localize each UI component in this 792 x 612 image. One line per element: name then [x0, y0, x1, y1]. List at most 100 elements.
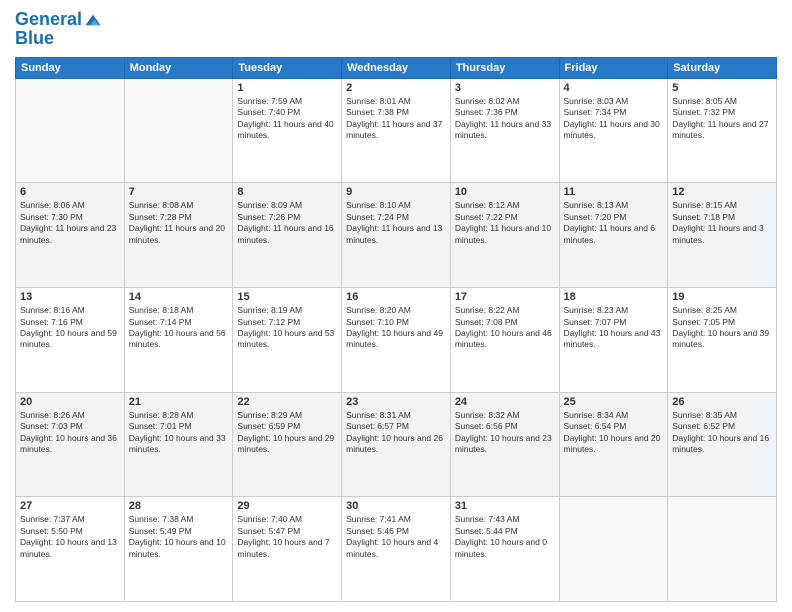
day-info: Sunrise: 8:19 AMSunset: 7:12 PMDaylight:… [237, 305, 337, 351]
day-info: Sunrise: 7:37 AMSunset: 5:50 PMDaylight:… [20, 514, 120, 560]
day-info: Sunrise: 8:25 AMSunset: 7:05 PMDaylight:… [672, 305, 772, 351]
calendar-header-row: SundayMondayTuesdayWednesdayThursdayFrid… [16, 57, 777, 78]
day-number: 5 [672, 82, 772, 94]
calendar-cell: 5 Sunrise: 8:05 AMSunset: 7:32 PMDaylight… [668, 78, 777, 183]
calendar-cell: 16Sunrise: 8:20 AMSunset: 7:10 PMDayligh… [342, 288, 451, 393]
col-header-wednesday: Wednesday [342, 57, 451, 78]
calendar-cell: 12 Sunrise: 8:15 AMSunset: 7:18 PMDayligh… [668, 183, 777, 288]
day-number: 26 [672, 396, 772, 408]
day-number: 18 [564, 291, 664, 303]
calendar-cell [16, 78, 125, 183]
calendar-cell: 2Sunrise: 8:01 AMSunset: 7:38 PMDaylight… [342, 78, 451, 183]
week-row-1: 1 Sunrise: 7:59 AMSunset: 7:40 PMDaylight… [16, 78, 777, 183]
week-row-3: 13 Sunrise: 8:16 AMSunset: 7:16 PMDayligh… [16, 288, 777, 393]
calendar-table: SundayMondayTuesdayWednesdayThursdayFrid… [15, 57, 777, 602]
week-row-4: 20 Sunrise: 8:26 AMSunset: 7:03 PMDayligh… [16, 392, 777, 497]
day-number: 27 [20, 500, 120, 512]
calendar-cell: 25 Sunrise: 8:34 AMSunset: 6:54 PMDayligh… [559, 392, 668, 497]
calendar-cell: 14Sunrise: 8:18 AMSunset: 7:14 PMDayligh… [124, 288, 233, 393]
day-number: 9 [346, 186, 446, 198]
day-info: Sunrise: 8:09 AMSunset: 7:26 PMDaylight:… [237, 200, 337, 246]
day-number: 8 [237, 186, 337, 198]
calendar-cell: 24 Sunrise: 8:32 AMSunset: 6:56 PMDayligh… [450, 392, 559, 497]
day-info: Sunrise: 8:05 AMSunset: 7:32 PMDaylight:… [672, 96, 772, 142]
calendar-cell: 17Sunrise: 8:22 AMSunset: 7:08 PMDayligh… [450, 288, 559, 393]
day-number: 10 [455, 186, 555, 198]
col-header-monday: Monday [124, 57, 233, 78]
day-number: 23 [346, 396, 446, 408]
calendar-cell: 9 Sunrise: 8:10 AMSunset: 7:24 PMDaylight… [342, 183, 451, 288]
week-row-2: 6Sunrise: 8:06 AMSunset: 7:30 PMDaylight… [16, 183, 777, 288]
day-info: Sunrise: 7:41 AMSunset: 5:46 PMDaylight:… [346, 514, 446, 560]
day-number: 4 [564, 82, 664, 94]
day-number: 19 [672, 291, 772, 303]
calendar-cell: 11 Sunrise: 8:13 AMSunset: 7:20 PMDayligh… [559, 183, 668, 288]
day-number: 29 [237, 500, 337, 512]
col-header-friday: Friday [559, 57, 668, 78]
day-number: 31 [455, 500, 555, 512]
col-header-tuesday: Tuesday [233, 57, 342, 78]
day-info: Sunrise: 8:13 AMSunset: 7:20 PMDaylight:… [564, 200, 664, 246]
day-info: Sunrise: 7:43 AMSunset: 5:44 PMDaylight:… [455, 514, 555, 560]
day-info: Sunrise: 8:31 AMSunset: 6:57 PMDaylight:… [346, 410, 446, 456]
day-info: Sunrise: 7:59 AMSunset: 7:40 PMDaylight:… [237, 96, 337, 142]
day-info: Sunrise: 8:28 AMSunset: 7:01 PMDaylight:… [129, 410, 229, 456]
day-number: 1 [237, 82, 337, 94]
day-number: 21 [129, 396, 229, 408]
calendar-cell: 23 Sunrise: 8:31 AMSunset: 6:57 PMDayligh… [342, 392, 451, 497]
calendar-cell: 13 Sunrise: 8:16 AMSunset: 7:16 PMDayligh… [16, 288, 125, 393]
calendar-body: 1 Sunrise: 7:59 AMSunset: 7:40 PMDaylight… [16, 78, 777, 601]
calendar-cell: 18 Sunrise: 8:23 AMSunset: 7:07 PMDayligh… [559, 288, 668, 393]
day-info: Sunrise: 8:23 AMSunset: 7:07 PMDaylight:… [564, 305, 664, 351]
day-number: 13 [20, 291, 120, 303]
day-number: 28 [129, 500, 229, 512]
calendar-cell [559, 497, 668, 602]
calendar-cell: 29Sunrise: 7:40 AMSunset: 5:47 PMDayligh… [233, 497, 342, 602]
day-info: Sunrise: 8:32 AMSunset: 6:56 PMDaylight:… [455, 410, 555, 456]
calendar-cell: 20 Sunrise: 8:26 AMSunset: 7:03 PMDayligh… [16, 392, 125, 497]
calendar-cell: 7 Sunrise: 8:08 AMSunset: 7:28 PMDaylight… [124, 183, 233, 288]
calendar-cell: 6Sunrise: 8:06 AMSunset: 7:30 PMDaylight… [16, 183, 125, 288]
calendar-cell: 21 Sunrise: 8:28 AMSunset: 7:01 PMDayligh… [124, 392, 233, 497]
day-number: 24 [455, 396, 555, 408]
day-number: 12 [672, 186, 772, 198]
day-number: 25 [564, 396, 664, 408]
day-number: 16 [346, 291, 446, 303]
day-info: Sunrise: 8:12 AMSunset: 7:22 PMDaylight:… [455, 200, 555, 246]
day-info: Sunrise: 8:34 AMSunset: 6:54 PMDaylight:… [564, 410, 664, 456]
calendar-cell: 8 Sunrise: 8:09 AMSunset: 7:26 PMDaylight… [233, 183, 342, 288]
day-number: 22 [237, 396, 337, 408]
day-number: 6 [20, 186, 120, 198]
day-number: 11 [564, 186, 664, 198]
logo-blue: Blue [15, 28, 102, 49]
day-number: 20 [20, 396, 120, 408]
day-info: Sunrise: 8:15 AMSunset: 7:18 PMDaylight:… [672, 200, 772, 246]
day-info: Sunrise: 8:08 AMSunset: 7:28 PMDaylight:… [129, 200, 229, 246]
week-row-5: 27 Sunrise: 7:37 AMSunset: 5:50 PMDayligh… [16, 497, 777, 602]
day-info: Sunrise: 7:38 AMSunset: 5:49 PMDaylight:… [129, 514, 229, 560]
day-info: Sunrise: 8:10 AMSunset: 7:24 PMDaylight:… [346, 200, 446, 246]
calendar-cell: 1 Sunrise: 7:59 AMSunset: 7:40 PMDaylight… [233, 78, 342, 183]
calendar-cell [124, 78, 233, 183]
calendar-cell: 10 Sunrise: 8:12 AMSunset: 7:22 PMDayligh… [450, 183, 559, 288]
day-info: Sunrise: 8:01 AMSunset: 7:38 PMDaylight:… [346, 96, 446, 142]
day-info: Sunrise: 8:29 AMSunset: 6:59 PMDaylight:… [237, 410, 337, 456]
calendar-cell: 22 Sunrise: 8:29 AMSunset: 6:59 PMDayligh… [233, 392, 342, 497]
day-info: Sunrise: 8:16 AMSunset: 7:16 PMDaylight:… [20, 305, 120, 351]
day-number: 7 [129, 186, 229, 198]
day-info: Sunrise: 8:03 AMSunset: 7:34 PMDaylight:… [564, 96, 664, 142]
calendar-cell [668, 497, 777, 602]
calendar-cell: 31 Sunrise: 7:43 AMSunset: 5:44 PMDayligh… [450, 497, 559, 602]
logo: General Blue [15, 10, 102, 49]
col-header-thursday: Thursday [450, 57, 559, 78]
col-header-sunday: Sunday [16, 57, 125, 78]
calendar-cell: 27 Sunrise: 7:37 AMSunset: 5:50 PMDayligh… [16, 497, 125, 602]
logo-text: General [15, 10, 102, 30]
calendar-cell: 30Sunrise: 7:41 AMSunset: 5:46 PMDayligh… [342, 497, 451, 602]
calendar-cell: 28 Sunrise: 7:38 AMSunset: 5:49 PMDayligh… [124, 497, 233, 602]
day-info: Sunrise: 8:35 AMSunset: 6:52 PMDaylight:… [672, 410, 772, 456]
calendar-cell: 15Sunrise: 8:19 AMSunset: 7:12 PMDayligh… [233, 288, 342, 393]
day-info: Sunrise: 8:26 AMSunset: 7:03 PMDaylight:… [20, 410, 120, 456]
calendar-cell: 19 Sunrise: 8:25 AMSunset: 7:05 PMDayligh… [668, 288, 777, 393]
calendar-cell: 3Sunrise: 8:02 AMSunset: 7:36 PMDaylight… [450, 78, 559, 183]
